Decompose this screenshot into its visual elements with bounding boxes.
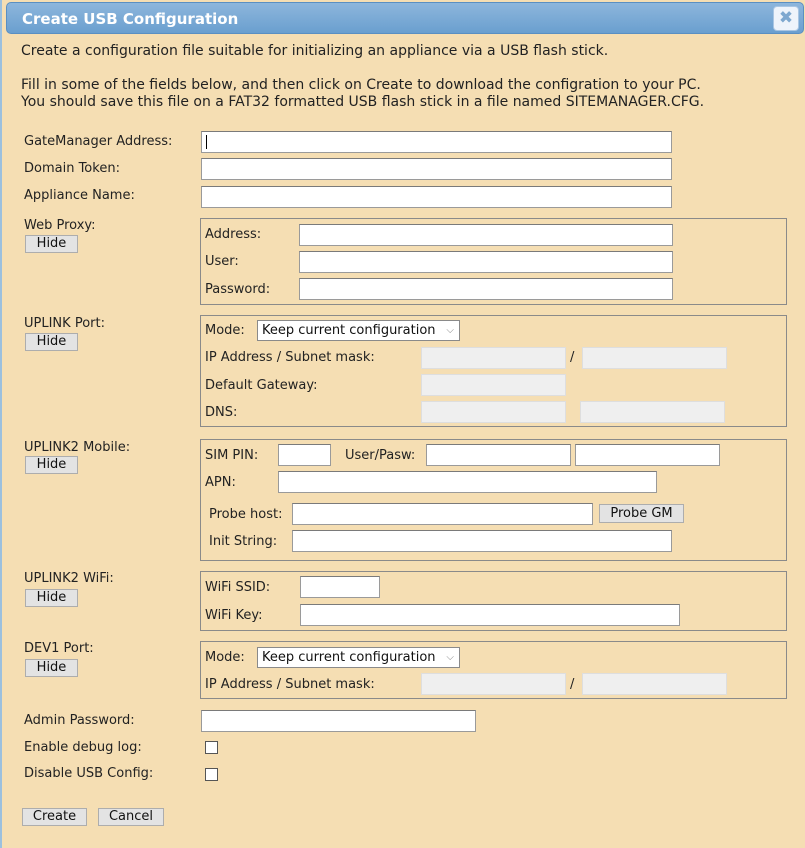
uplink-ip-input[interactable] [421,347,566,369]
uplink2-mobile-hide-button[interactable]: Hide [25,456,78,474]
dev1-mode-label: Mode: [205,650,245,665]
web-proxy-hide-button[interactable]: Hide [25,235,78,253]
wifi-ssid-input[interactable] [300,576,380,598]
uplink-mode-label: Mode: [205,323,245,338]
probe-host-label: Probe host: [209,507,283,522]
proxy-address-label: Address: [205,227,262,242]
text-caret [206,135,207,149]
dev1-subnet-input[interactable] [582,673,727,695]
dev1-ip-input[interactable] [421,673,566,695]
instructions-line-2: You should save this file on a FAT32 for… [21,94,705,110]
uplink2-wifi-label: UPLINK2 WiFi: [24,571,114,586]
enable-debug-log-checkbox[interactable] [205,741,218,754]
intro-text: Create a configuration file suitable for… [21,43,609,59]
dev1-port-section: Mode: Keep current configuration ⌵ IP Ad… [200,641,787,699]
dev1-mode-select[interactable]: Keep current configuration ⌵ [257,647,460,668]
sim-pin-input[interactable] [278,444,331,466]
close-button[interactable]: ✖ [773,6,799,31]
gatemanager-address-input[interactable] [201,131,672,153]
gatemanager-address-label: GateManager Address: [24,134,173,149]
proxy-password-input[interactable] [299,278,673,300]
probe-gm-button[interactable]: Probe GM [599,504,684,523]
ip-subnet-separator: / [570,350,575,365]
chevron-down-icon: ⌵ [446,325,454,336]
close-icon: ✖ [778,8,794,28]
uplink-dns1-input[interactable] [421,401,566,423]
mobile-user-input[interactable] [426,444,571,466]
mobile-password-input[interactable] [575,444,720,466]
admin-password-label: Admin Password: [24,713,135,728]
dialog-title: Create USB Configuration [22,10,239,28]
disable-usb-config-label: Disable USB Config: [24,766,154,781]
uplink-dns-label: DNS: [205,405,238,420]
init-string-input[interactable] [292,530,672,552]
user-pasw-label: User/Pasw: [345,448,416,463]
uplink-port-hide-button[interactable]: Hide [25,333,78,351]
domain-token-label: Domain Token: [24,161,120,176]
uplink2-mobile-label: UPLINK2 Mobile: [24,440,131,455]
proxy-user-input[interactable] [299,251,673,273]
dev1-ip-label: IP Address / Subnet mask: [205,677,375,692]
create-button[interactable]: Create [22,808,87,826]
instructions-line-1: Fill in some of the fields below, and th… [21,77,701,93]
chevron-down-icon: ⌵ [446,652,454,663]
enable-debug-log-label: Enable debug log: [24,740,142,755]
uplink-port-label: UPLINK Port: [24,316,105,331]
wifi-ssid-label: WiFi SSID: [205,580,271,595]
dev1-port-label: DEV1 Port: [24,641,94,656]
disable-usb-config-checkbox[interactable] [205,768,218,781]
uplink-port-section: Mode: Keep current configuration ⌵ IP Ad… [200,315,787,427]
uplink-mode-select[interactable]: Keep current configuration ⌵ [257,320,460,341]
domain-token-input[interactable] [201,158,672,180]
dialog-titlebar[interactable]: Create USB Configuration ✖ [6,2,804,34]
uplink-dns2-input[interactable] [580,401,725,423]
admin-password-input[interactable] [201,710,476,732]
uplink2-wifi-hide-button[interactable]: Hide [25,589,78,607]
uplink2-mobile-section: SIM PIN: User/Pasw: APN: Probe host: Pro… [200,439,787,561]
uplink-mode-value: Keep current configuration [262,323,436,338]
appliance-name-input[interactable] [201,186,672,208]
uplink-ip-label: IP Address / Subnet mask: [205,350,375,365]
cancel-button[interactable]: Cancel [98,808,164,826]
probe-host-input[interactable] [292,503,593,525]
create-usb-config-dialog: Create USB Configuration ✖ Create a conf… [0,0,805,848]
ip-subnet-separator: / [570,677,575,692]
web-proxy-label: Web Proxy: [24,218,96,233]
uplink-gateway-input[interactable] [421,374,566,396]
uplink2-wifi-section: WiFi SSID: WiFi Key: [200,571,787,631]
dev1-port-hide-button[interactable]: Hide [25,659,78,677]
proxy-address-input[interactable] [299,224,673,246]
web-proxy-section: Address: User: Password: [200,218,787,305]
uplink-subnet-input[interactable] [582,347,727,369]
uplink-gateway-label: Default Gateway: [205,378,318,393]
apn-input[interactable] [278,471,657,493]
dev1-mode-value: Keep current configuration [262,650,436,665]
apn-label: APN: [205,475,236,490]
sim-pin-label: SIM PIN: [205,448,259,463]
wifi-key-input[interactable] [300,604,680,626]
init-string-label: Init String: [209,534,278,549]
wifi-key-label: WiFi Key: [205,608,263,623]
appliance-name-label: Appliance Name: [24,188,135,203]
proxy-user-label: User: [205,254,239,269]
proxy-password-label: Password: [205,282,271,297]
